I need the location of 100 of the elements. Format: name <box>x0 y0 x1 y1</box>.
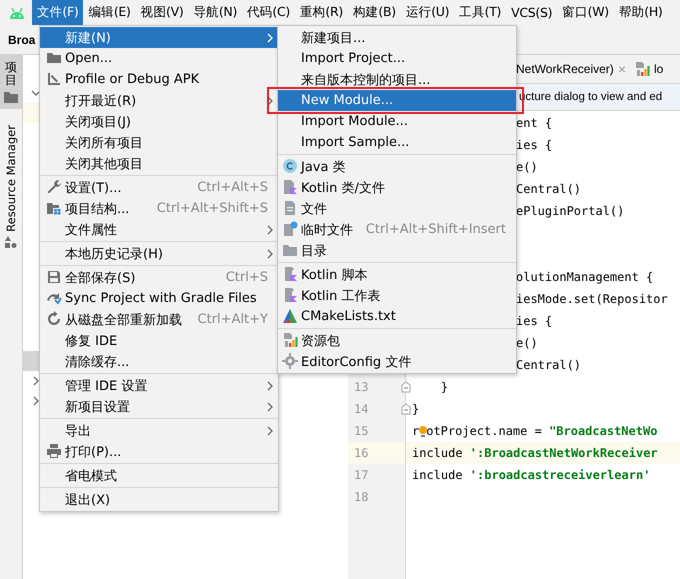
menu-item[interactable]: Kotlin 类/文件 <box>278 177 516 198</box>
menu-item[interactable]: 设置(T)... Ctrl+Alt+S <box>40 177 278 198</box>
chevron-right-icon[interactable] <box>31 396 41 406</box>
menu-bar-item[interactable]: 窗口(W) <box>557 0 614 25</box>
code-line: olutionManagement { <box>515 270 654 284</box>
kotlin-file-icon <box>282 179 298 195</box>
arrow-icon <box>46 71 62 87</box>
class-icon <box>282 158 298 174</box>
menu-item[interactable]: 退出(X) <box>40 489 278 510</box>
gear-icon <box>282 353 298 369</box>
wrench-icon <box>46 179 62 195</box>
menu-bar-item[interactable]: 文件(F) <box>32 0 84 25</box>
menu-bar-item[interactable]: 视图(V) <box>136 0 188 25</box>
printer-icon <box>46 443 62 459</box>
menu-bar-item[interactable]: 重构(R) <box>295 0 348 25</box>
menu-item[interactable]: 修复 IDE <box>40 330 278 351</box>
menu-bar-item[interactable]: 构建(B) <box>348 0 401 25</box>
bar-chart-icon <box>282 332 298 348</box>
line-number: 17 <box>353 468 368 482</box>
menu-item[interactable]: Kotlin 工作表 <box>278 285 516 306</box>
folder-icon <box>4 91 18 104</box>
tool-window-button[interactable]: Resource Manager <box>0 119 22 254</box>
code-line: e() <box>515 160 538 174</box>
menu-item[interactable]: 新项目设置 <box>40 396 278 417</box>
editor-tab[interactable]: NetWorkReceiver) × <box>516 55 634 83</box>
code-line: r otProject.name = "BroadcastNetWo <box>411 424 658 438</box>
save-icon <box>46 269 62 285</box>
menu-bar-item[interactable]: 编辑(E) <box>83 0 136 25</box>
bulb-icon <box>418 424 427 438</box>
menu-item[interactable]: 新建(N) <box>40 27 278 48</box>
chevron-down-icon[interactable] <box>31 88 41 98</box>
menu-item[interactable]: 文件 <box>278 198 516 219</box>
code-line: include ':broadcastreceiverlearn' <box>411 468 650 482</box>
menu-bar-item[interactable]: 运行(U) <box>400 0 454 25</box>
menu-bar-item[interactable]: VCS(S) <box>506 0 558 25</box>
menu-item[interactable]: 本地历史记录(H) <box>40 243 278 264</box>
menu-item[interactable]: Sync Project with Gradle Files <box>40 288 278 309</box>
chevron-right-icon[interactable] <box>31 376 41 386</box>
scratch-file-icon <box>282 221 298 237</box>
menu-item[interactable]: 临时文件 Ctrl+Alt+Shift+Insert <box>278 219 516 240</box>
code-line: ies { <box>515 314 552 328</box>
code-line: e() <box>515 336 538 350</box>
menu-item[interactable]: 目录 <box>278 240 516 261</box>
menu-item[interactable]: Profile or Debug APK <box>40 69 278 90</box>
bar-chart-icon <box>634 61 650 77</box>
menu-item[interactable]: Open... <box>40 48 278 69</box>
code-line: iesMode.set(Repositor <box>515 292 668 306</box>
code-line: } <box>440 380 448 394</box>
menu-item[interactable]: 全部保存(S) Ctrl+S <box>40 267 278 288</box>
code-line: ies { <box>515 138 552 152</box>
menu-item[interactable]: 关闭项目(J) <box>40 111 278 132</box>
project-title: Broa <box>8 32 36 46</box>
folder-icon <box>282 242 298 258</box>
file-icon <box>282 200 298 216</box>
triangle-logo-icon <box>282 308 298 324</box>
menu-item[interactable]: Import Project... <box>278 48 516 69</box>
code-line: include ':BroadcastNetWorkReceiver <box>411 446 658 460</box>
editor-tab[interactable]: lo <box>634 55 672 83</box>
menu-item[interactable]: 关闭所有项目 <box>40 132 278 153</box>
menu-item[interactable]: 资源包 <box>278 330 516 351</box>
menu-bar-item[interactable]: 导航(N) <box>188 0 242 25</box>
code-line: Central() <box>515 182 582 196</box>
menu-item[interactable]: 省电模式 <box>40 465 278 486</box>
code-line: } <box>411 402 420 416</box>
tool-window-button[interactable]: 项目 <box>0 55 22 110</box>
fold-icon[interactable] <box>401 381 411 393</box>
code-line: ePluginPortal() <box>515 204 624 218</box>
menu-item[interactable]: 关闭其他项目 <box>40 153 278 174</box>
menu-item[interactable]: 文件属性 <box>40 219 278 240</box>
line-number: 13 <box>353 380 368 394</box>
code-line: ent { <box>515 116 552 130</box>
menu-item[interactable]: 清除缓存... <box>40 351 278 372</box>
folder-icon <box>46 50 62 66</box>
menu-item[interactable]: Kotlin 脚本 <box>278 264 516 285</box>
menu-item[interactable]: New Module... <box>278 90 516 111</box>
code-line: Central() <box>515 358 582 372</box>
menu-item[interactable]: 打开最近(R) <box>40 90 278 111</box>
menu-item[interactable]: 打印(P)... <box>40 441 278 462</box>
menu-item[interactable]: 从磁盘全部重新加载 Ctrl+Alt+Y <box>40 309 278 330</box>
structure-icon <box>46 200 62 216</box>
menu-bar-item[interactable]: 帮助(H) <box>614 0 668 25</box>
line-number: 14 <box>353 402 368 416</box>
shapes-icon <box>5 236 17 248</box>
menu-item[interactable]: 管理 IDE 设置 <box>40 375 278 396</box>
line-number: 15 <box>353 424 368 438</box>
reload-icon <box>46 311 62 327</box>
menu-item[interactable]: 新建项目... <box>278 27 516 48</box>
menu-bar-item[interactable]: 代码(C) <box>242 0 296 25</box>
menu-item[interactable]: 项目结构... Ctrl+Alt+Shift+S <box>40 198 278 219</box>
menu-item[interactable]: 导出 <box>40 420 278 441</box>
kotlin-script-icon <box>282 266 298 282</box>
kotlin-script-icon <box>282 287 298 303</box>
fold-icon[interactable] <box>401 403 411 415</box>
menu-item[interactable]: CMakeLists.txt <box>278 306 516 327</box>
menu-item[interactable]: EditorConfig 文件 <box>278 351 516 372</box>
line-number: 16 <box>353 446 368 460</box>
menu-item[interactable]: Import Sample... <box>278 132 516 153</box>
menu-item[interactable]: Import Module... <box>278 111 516 132</box>
menu-bar-item[interactable]: 工具(T) <box>454 0 506 25</box>
menu-item[interactable]: Java 类 <box>278 156 516 177</box>
